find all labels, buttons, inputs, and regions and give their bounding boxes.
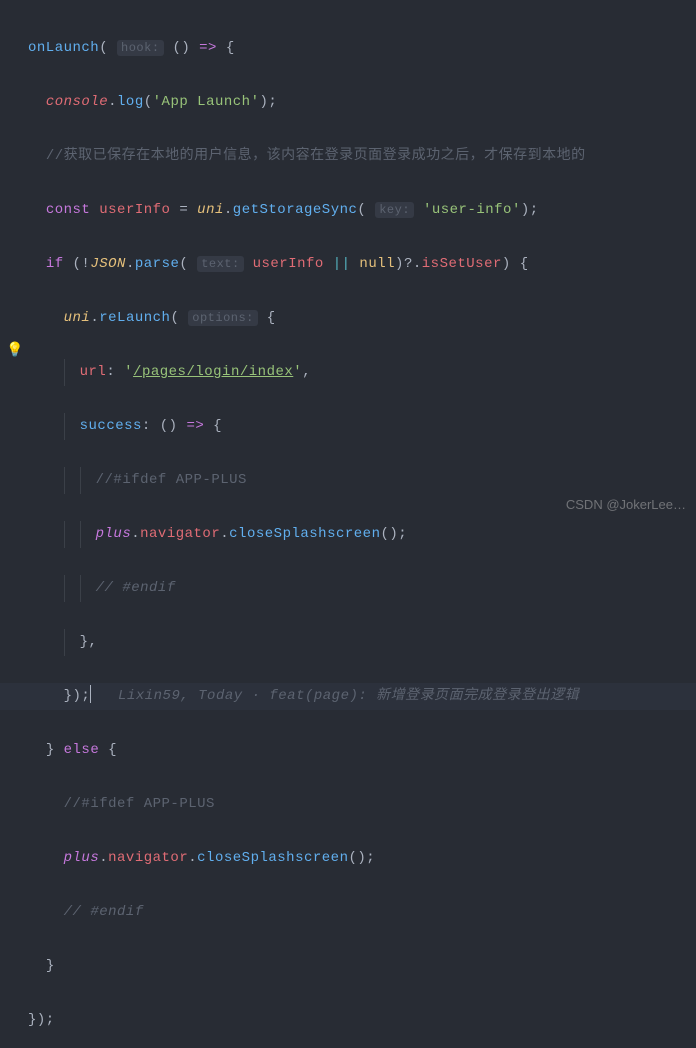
code-editor[interactable]: onLaunch( hook: () => { console.log('App… (0, 0, 696, 1048)
code-line[interactable]: //#ifdef APP-PLUS (28, 467, 696, 494)
text-cursor (90, 685, 91, 703)
code-line[interactable]: } (28, 953, 696, 980)
code-line[interactable]: //#ifdef APP-PLUS (28, 791, 696, 818)
code-line[interactable]: console.log('App Launch'); (28, 89, 696, 116)
git-blame-annotation: Lixin59, Today · feat(page): 新增登录页面完成登录登… (118, 688, 579, 704)
code-line[interactable]: success: () => { (28, 413, 696, 440)
gutter: 💡 (0, 0, 28, 524)
code-line[interactable]: } else { (28, 737, 696, 764)
code-line[interactable]: }); (28, 1007, 696, 1034)
code-line[interactable]: plus.navigator.closeSplashscreen(); (28, 521, 696, 548)
inlay-hint: key: (375, 202, 414, 218)
code-line[interactable]: const userInfo = uni.getStorageSync( key… (28, 197, 696, 224)
watermark: CSDN @JokerLee… (566, 491, 686, 518)
inlay-hint: options: (188, 310, 258, 326)
code-line[interactable]: //获取已保存在本地的用户信息，该内容在登录页面登录成功之后，才保存到本地的 (28, 143, 696, 170)
code-line[interactable]: plus.navigator.closeSplashscreen(); (28, 845, 696, 872)
code-line[interactable]: onLaunch( hook: () => { (28, 35, 696, 62)
code-line[interactable]: // #endif (28, 899, 696, 926)
code-line[interactable]: if (!JSON.parse( text: userInfo || null)… (28, 251, 696, 278)
code-line-active[interactable]: }); Lixin59, Today · feat(page): 新增登录页面完… (0, 683, 696, 710)
code-line[interactable]: // #endif (28, 575, 696, 602)
inlay-hint: hook: (117, 40, 164, 56)
code-line[interactable]: url: '/pages/login/index', (28, 359, 696, 386)
inlay-hint: text: (197, 256, 244, 272)
code-line[interactable]: }, (28, 629, 696, 656)
lightbulb-icon[interactable]: 💡 (6, 338, 23, 365)
code-line[interactable]: uni.reLaunch( options: { (28, 305, 696, 332)
